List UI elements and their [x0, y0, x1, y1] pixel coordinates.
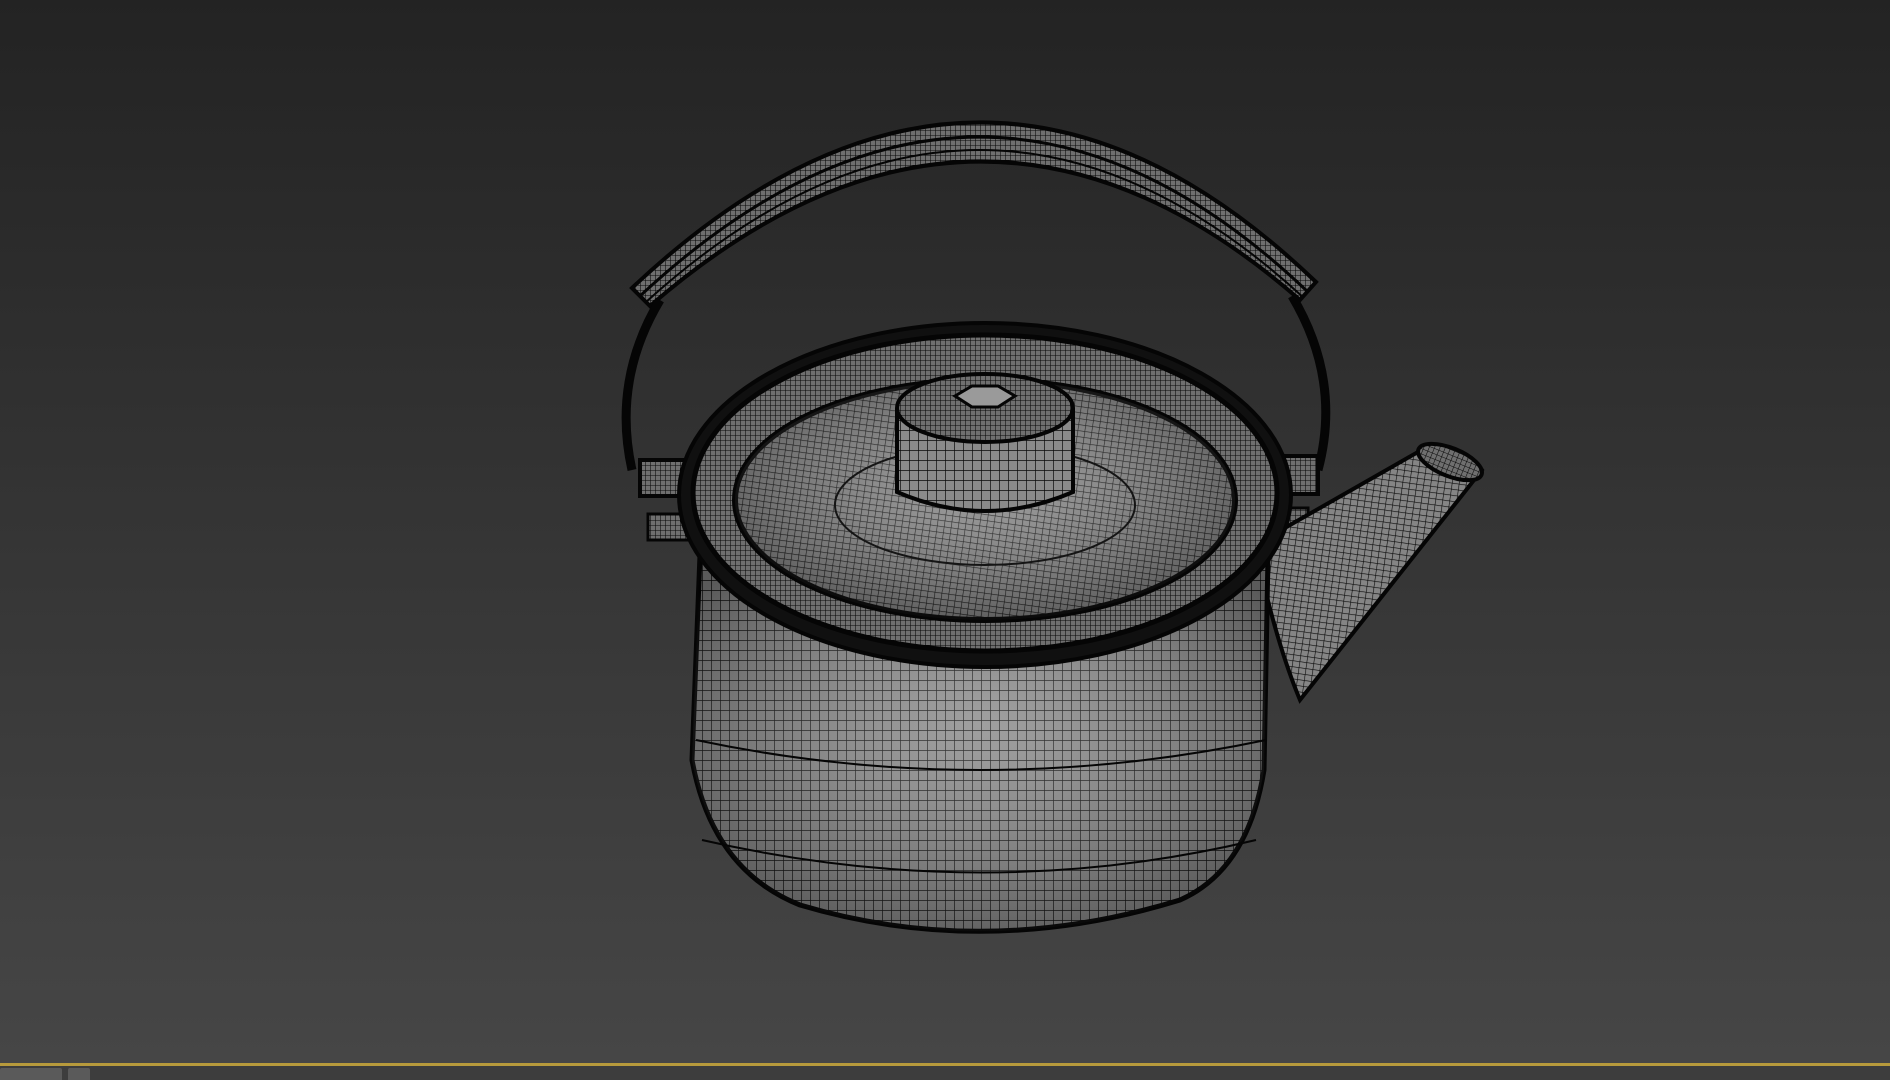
bottom-tab[interactable]: [0, 1068, 62, 1080]
bottom-panel-strip: [0, 1066, 1890, 1080]
kettle-wireframe-model[interactable]: [0, 0, 1890, 1063]
kettle-lid[interactable]: [677, 321, 1293, 669]
bottom-tab[interactable]: [68, 1068, 90, 1080]
3d-viewport[interactable]: [0, 0, 1890, 1063]
